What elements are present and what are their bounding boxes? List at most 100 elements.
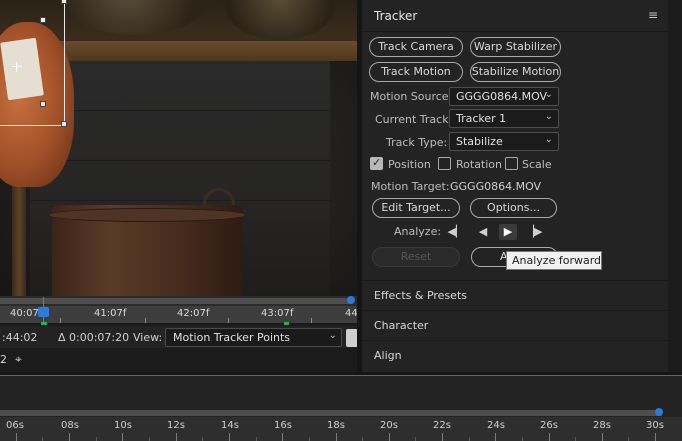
timeline-ruler-label: 18s bbox=[327, 420, 345, 431]
duration-delta: Δ 0:00:07:20 bbox=[58, 331, 130, 344]
wall-line bbox=[30, 200, 330, 201]
rotation-checkbox-label: Rotation bbox=[456, 158, 503, 171]
current-time: :44:02 bbox=[2, 331, 38, 344]
analyze-forward-one-frame-icon[interactable]: ▕▶ bbox=[525, 224, 543, 240]
track-point-search-region[interactable] bbox=[0, 0, 65, 126]
scale-checkbox[interactable] bbox=[505, 157, 518, 170]
timeline-ruler-label: 20s bbox=[380, 420, 398, 431]
time-ruler-label: 44 bbox=[345, 308, 358, 319]
view-dropdown-value: Motion Tracker Points bbox=[173, 331, 291, 344]
timeline-tick bbox=[69, 433, 70, 441]
warp-stabilizer-button[interactable]: Warp Stabilizer bbox=[470, 37, 561, 57]
align-panel[interactable] bbox=[362, 340, 668, 372]
timeline-subtick bbox=[469, 437, 470, 441]
track-type-label: Track Type: bbox=[386, 136, 448, 149]
viewer-bottom-row bbox=[0, 349, 357, 371]
panel-scroll-gutter bbox=[668, 0, 682, 372]
chevron-down-icon: ⌄ bbox=[544, 89, 553, 100]
reset-button[interactable]: Reset bbox=[372, 247, 460, 267]
timeline-tick bbox=[229, 433, 230, 441]
track-point-handle[interactable] bbox=[40, 17, 46, 23]
timeline-ruler-label: 16s bbox=[274, 420, 292, 431]
keyframe-marker bbox=[284, 322, 289, 325]
panel-title: Tracker bbox=[374, 9, 418, 23]
timeline-tick bbox=[549, 433, 550, 441]
motion-target-value: GGGG0864.MOV bbox=[450, 180, 542, 193]
analyze-forward-tooltip: Analyze forward bbox=[506, 251, 602, 270]
timeline-navigator-bar[interactable] bbox=[0, 410, 662, 416]
timeline-ruler-label: 26s bbox=[540, 420, 558, 431]
track-point-crosshair[interactable] bbox=[12, 62, 22, 72]
align-title: Align bbox=[374, 349, 402, 362]
rotation-checkbox[interactable] bbox=[438, 157, 451, 170]
row-number: 2 bbox=[0, 353, 7, 366]
timeline-subtick bbox=[628, 437, 629, 441]
timeline-subtick bbox=[415, 437, 416, 441]
ruler-tick bbox=[145, 318, 146, 323]
timeline-subtick bbox=[256, 437, 257, 441]
timeline-subtick bbox=[149, 437, 150, 441]
view-dropdown[interactable]: Motion Tracker Points ⌄ bbox=[165, 328, 342, 347]
timeline-ruler-label: 22s bbox=[433, 420, 451, 431]
timeline-tick bbox=[389, 433, 390, 441]
timeline-ruler-label: 30s bbox=[646, 420, 664, 431]
edit-target-button[interactable]: Edit Target... bbox=[372, 198, 460, 218]
stabilize-motion-button[interactable]: Stabilize Motion bbox=[470, 62, 561, 82]
motion-source-dropdown[interactable]: GGGG0864.MOV ⌄ bbox=[449, 87, 559, 106]
track-type-dropdown[interactable]: Stabilize ⌄ bbox=[449, 132, 559, 151]
panel-menu-icon[interactable]: ≡ bbox=[648, 8, 658, 22]
current-track-dropdown[interactable]: Tracker 1 ⌄ bbox=[449, 109, 559, 128]
analyze-backward-one-frame-icon[interactable]: ◀▏ bbox=[447, 224, 465, 240]
timeline-ruler-label: 24s bbox=[487, 420, 505, 431]
timeline-subtick bbox=[362, 437, 363, 441]
motion-source-value: GGGG0864.MOV bbox=[456, 90, 548, 103]
timeline-subtick bbox=[309, 437, 310, 441]
keyframe-marker bbox=[41, 322, 47, 325]
chevron-down-icon: ⌄ bbox=[544, 111, 553, 122]
ruler-tick bbox=[60, 318, 61, 323]
current-track-label: Current Track: bbox=[375, 113, 453, 126]
current-track-value: Tracker 1 bbox=[456, 112, 507, 125]
wall-line bbox=[30, 160, 330, 161]
track-motion-button[interactable]: Track Motion bbox=[369, 62, 463, 82]
snapshot-icon[interactable]: ⌖ bbox=[15, 352, 22, 367]
track-camera-button[interactable]: Track Camera bbox=[369, 37, 463, 57]
position-checkbox[interactable] bbox=[370, 156, 383, 170]
ruler-tick bbox=[228, 318, 229, 323]
timeline-ruler-label: 12s bbox=[167, 420, 185, 431]
timeline-tick bbox=[655, 433, 656, 441]
analyze-label: Analyze: bbox=[394, 225, 442, 238]
motion-target-label: Motion Target: bbox=[371, 180, 450, 193]
analyze-forward-icon[interactable]: ▶ bbox=[499, 224, 517, 240]
chevron-down-icon: ⌄ bbox=[544, 134, 553, 145]
track-point-handle[interactable] bbox=[61, 0, 67, 4]
options-button[interactable]: Options... bbox=[470, 198, 557, 218]
after-effects-window: 40:07f 41:07f 42:07f 43:07f 44 :44:02 Δ … bbox=[0, 0, 682, 441]
timeline-subtick bbox=[522, 437, 523, 441]
timeline-tick bbox=[282, 433, 283, 441]
chevron-down-icon: ⌄ bbox=[328, 330, 337, 341]
track-point-handle[interactable] bbox=[40, 101, 46, 107]
timeline-tick bbox=[336, 433, 337, 441]
timeline-ruler-label: 14s bbox=[221, 420, 239, 431]
timeline-subtick bbox=[42, 437, 43, 441]
time-navigator-end-handle[interactable] bbox=[347, 296, 355, 304]
track-point-handle[interactable] bbox=[61, 121, 67, 127]
timeline-ruler-label: 06s bbox=[6, 420, 24, 431]
timeline-navigator-end-handle[interactable] bbox=[655, 408, 663, 416]
timeline-subtick bbox=[575, 437, 576, 441]
timeline-ruler-label: 10s bbox=[114, 420, 132, 431]
timeline-subtick bbox=[96, 437, 97, 441]
position-checkbox-label: Position bbox=[388, 158, 431, 171]
composition-viewer[interactable] bbox=[0, 0, 357, 296]
time-ruler-label: 43:07f bbox=[261, 308, 294, 319]
timeline-tick bbox=[442, 433, 443, 441]
track-type-value: Stabilize bbox=[456, 135, 503, 148]
ruler-tick bbox=[311, 318, 312, 323]
timeline-tick bbox=[602, 433, 603, 441]
effects-presets-title: Effects & Presets bbox=[374, 289, 467, 302]
playhead-handle[interactable] bbox=[38, 307, 49, 317]
time-navigator-bar[interactable] bbox=[0, 298, 352, 304]
analyze-backward-icon[interactable]: ◀ bbox=[474, 224, 492, 240]
scale-checkbox-label: Scale bbox=[522, 158, 552, 171]
